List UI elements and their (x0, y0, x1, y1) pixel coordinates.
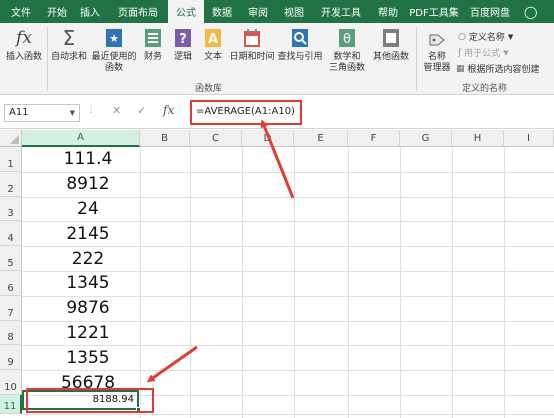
annotation-arrow-formula (260, 119, 295, 199)
annotation-arrows (146, 119, 295, 383)
annotation-arrow-result (146, 345, 198, 383)
